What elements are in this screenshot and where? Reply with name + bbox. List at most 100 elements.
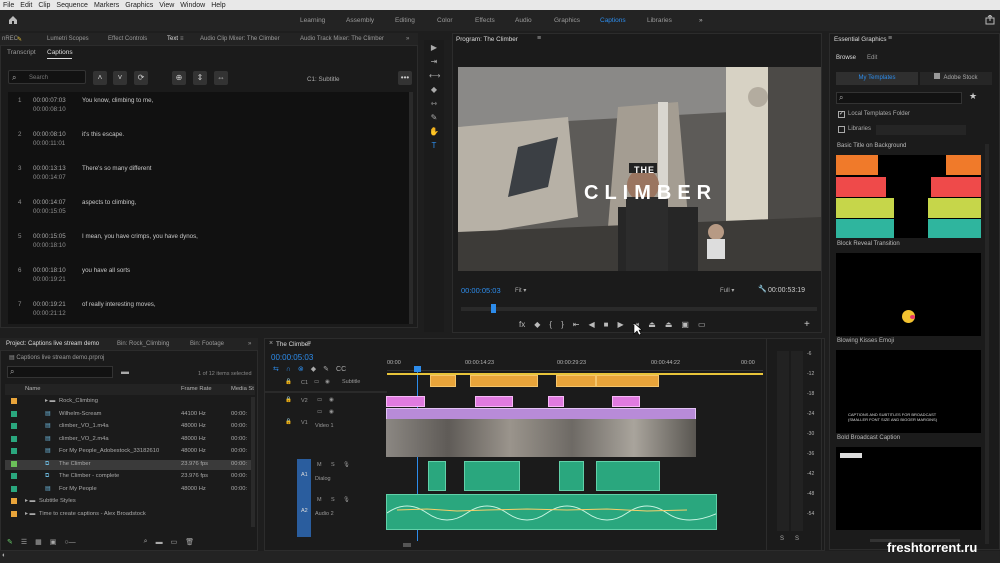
split-caption-icon[interactable]: ⇕ — [193, 71, 207, 85]
caption-clip[interactable] — [430, 375, 456, 387]
label-color-swatch[interactable] — [11, 473, 17, 479]
mute-icon[interactable]: M — [317, 497, 322, 503]
sync-lock-icon[interactable]: ▭ — [317, 409, 322, 415]
timeline-scroll-handle[interactable] — [403, 543, 411, 547]
mute-icon[interactable]: M — [317, 462, 322, 468]
comparison-view-icon[interactable]: ▭ — [698, 320, 706, 329]
extract-icon[interactable]: ⏏ — [665, 320, 673, 329]
project-search-input[interactable]: ⌕ — [7, 366, 113, 378]
label-color-swatch[interactable] — [11, 423, 17, 429]
expand-panels-icon[interactable]: » — [406, 36, 409, 42]
project-item[interactable]: ▤ climber_VO_2.m4a 48000 Hz 00:00: — [5, 435, 255, 445]
project-item[interactable]: ⧉ The Climber - complete 23.976 fps 00:00: — [5, 472, 255, 482]
caption-clip[interactable] — [596, 375, 659, 387]
caption-text[interactable]: aspects to climbing, — [82, 199, 136, 206]
mark-in-icon[interactable]: { — [549, 320, 552, 329]
caption-text[interactable]: You know, climbing to me, — [82, 97, 153, 104]
menu-sequence[interactable]: Sequence — [56, 2, 88, 9]
more-options-icon[interactable]: ••• — [398, 71, 412, 85]
track-select-icon[interactable]: ⇥ — [429, 57, 439, 67]
settings-icon[interactable]: ✎ — [323, 365, 329, 373]
tab-edit[interactable]: Edit — [867, 55, 877, 61]
graphic-clip[interactable] — [612, 396, 640, 407]
label-color-swatch[interactable] — [11, 510, 17, 517]
workspace-tab-libraries[interactable]: Libraries — [647, 17, 672, 24]
tab-project[interactable]: Project: Captions live stream demo — [6, 341, 99, 347]
tab-text[interactable]: Text — [167, 36, 178, 42]
hand-tool-icon[interactable]: ✋ — [429, 127, 439, 137]
playhead-marker[interactable] — [491, 304, 496, 313]
caption-list-scrollbar[interactable] — [409, 92, 413, 324]
label-color-swatch[interactable] — [11, 410, 17, 417]
project-item[interactable]: ▤ Wilhelm-Scream 44100 Hz 00:00: — [5, 410, 255, 420]
caption-row[interactable]: 5 00:00:15:05 00:00:18:10 I mean, you have … — [18, 233, 408, 259]
caption-row[interactable]: 4 00:00:14:07 00:00:15:05 aspects to climbi… — [18, 199, 408, 225]
toggle-output-icon[interactable]: ▭ — [314, 379, 319, 385]
menu-window[interactable]: Window — [180, 2, 205, 9]
lock-icon[interactable]: 🔒 — [285, 379, 292, 385]
wrench-icon[interactable]: 🔧 — [758, 285, 767, 293]
menu-clip[interactable]: Clip — [38, 2, 50, 9]
chevron-up-icon[interactable]: ˄ — [93, 71, 107, 85]
add-button-icon[interactable]: + — [804, 319, 810, 330]
music-clip[interactable] — [386, 494, 717, 530]
fx-icon[interactable]: fx — [519, 320, 525, 329]
chevron-down-icon[interactable]: ˅ — [113, 71, 127, 85]
linked-selection-icon[interactable]: ⊗ — [298, 365, 304, 373]
merge-captions-icon[interactable]: ⇔ — [214, 71, 228, 85]
magnet-icon[interactable]: ∩ — [286, 366, 291, 373]
mark-out-icon[interactable]: } — [561, 320, 564, 329]
clear-icon[interactable]: 🗑 — [185, 538, 194, 546]
menu-graphics[interactable]: Graphics — [125, 2, 153, 9]
template-basic-title[interactable] — [836, 155, 981, 238]
solo-left-button[interactable]: S — [780, 536, 784, 542]
caption-row[interactable]: 2 00:00:08:10 00:00:11:01 it's this escape. — [18, 131, 408, 157]
workspace-tab-effects[interactable]: Effects — [475, 17, 495, 24]
menu-file[interactable]: File — [3, 2, 14, 9]
expand-panels-icon[interactable]: » — [248, 341, 251, 347]
star-icon[interactable]: ★ — [969, 91, 977, 102]
label-color-swatch[interactable] — [11, 498, 17, 504]
tab-captions[interactable]: Captions — [47, 49, 73, 56]
caption-text[interactable]: There's so many different — [82, 165, 152, 172]
graphic-clip[interactable] — [548, 396, 564, 407]
zoom-slider-icon[interactable]: ○— — [64, 539, 75, 546]
quality-dropdown[interactable]: Full ▾ — [720, 287, 734, 294]
caption-text[interactable]: you have all sorts — [82, 267, 130, 274]
find-icon[interactable]: ⌕ — [144, 538, 148, 546]
export-frame-icon[interactable]: ▣ — [681, 320, 689, 329]
col-name[interactable]: Name — [25, 386, 40, 392]
project-item[interactable]: ▤ climber_VO_1.m4a 48000 Hz 00:00: — [5, 422, 255, 432]
caption-row[interactable]: 1 00:00:07:03 00:00:08:10 You know, climbin… — [18, 97, 408, 123]
go-to-in-icon[interactable]: ⇤ — [573, 320, 580, 329]
graphic-clip[interactable] — [386, 396, 425, 407]
col-media-start[interactable]: Media St — [231, 386, 254, 392]
project-scrollbar[interactable] — [251, 397, 255, 527]
video-clip-thumbnails[interactable] — [386, 419, 696, 457]
tab-project-rec[interactable]: nREC — [2, 36, 18, 42]
menu-markers[interactable]: Markers — [94, 2, 119, 9]
step-back-icon[interactable]: ◀ — [588, 320, 594, 329]
close-icon[interactable]: × — [269, 340, 273, 347]
ripple-edit-icon[interactable]: ⟷ — [429, 71, 440, 81]
workspace-tab-captions[interactable]: Captions — [600, 17, 626, 24]
project-item[interactable]: ▸ ▬ Time to create captions - Alex Broads… — [5, 510, 255, 520]
add-marker-icon[interactable]: ◆ — [311, 365, 316, 373]
audio-clip[interactable] — [596, 461, 660, 491]
tab-audio-track-mixer[interactable]: Audio Track Mixer: The Climber — [300, 36, 384, 42]
mic-icon[interactable]: 🎙 — [343, 497, 350, 503]
panel-menu-icon[interactable]: ≡ — [180, 36, 184, 42]
stop-icon[interactable]: ■ — [604, 320, 609, 329]
selection-tool-icon[interactable]: ▶ — [429, 43, 439, 53]
audio-clip[interactable] — [559, 461, 584, 491]
add-caption-icon[interactable]: ⊕ — [172, 71, 186, 85]
search-input[interactable]: ⌕ Search — [8, 70, 86, 84]
time-ruler[interactable]: 00:00 00:00:14:23 00:00:29:23 00:00:44:2… — [387, 357, 763, 371]
menu-edit[interactable]: Edit — [20, 2, 32, 9]
eye-icon[interactable]: ◉ — [329, 397, 334, 403]
razor-tool-icon[interactable]: ◆ — [429, 85, 439, 95]
lock-icon[interactable]: 🔒 — [285, 397, 292, 403]
step-forward-icon[interactable]: ▶ — [617, 320, 623, 329]
workspace-tab-graphics[interactable]: Graphics — [554, 17, 580, 24]
captions-icon[interactable]: CC — [336, 366, 346, 373]
